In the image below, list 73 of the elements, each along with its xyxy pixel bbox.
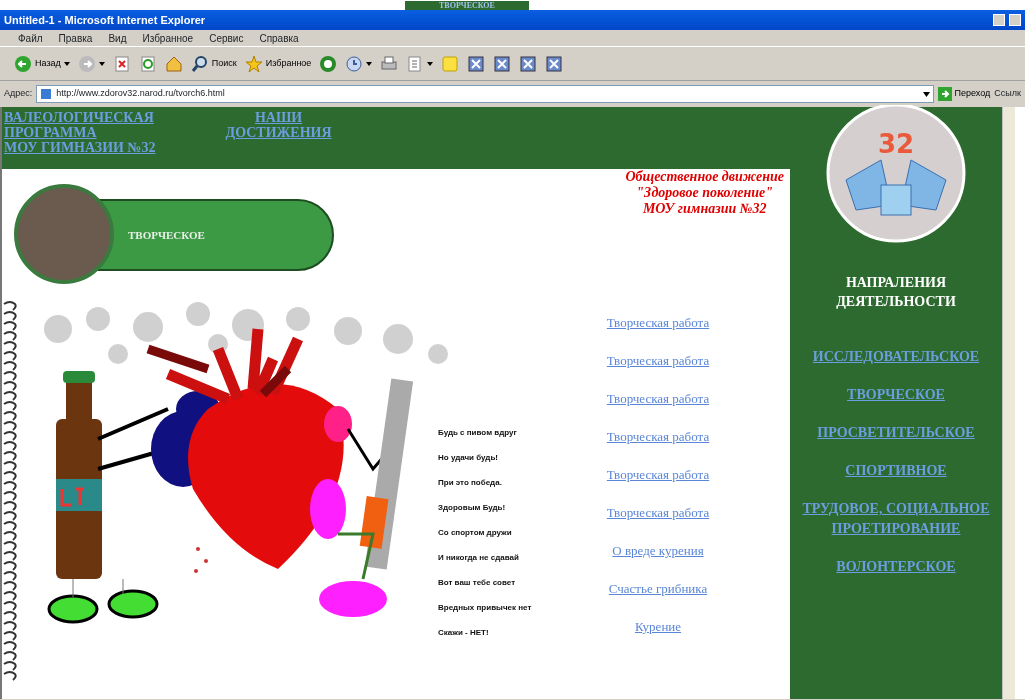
back-button[interactable]: Назад [14,54,70,73]
direction-link[interactable]: ТРУДОВОЕ, СОЦИАЛЬНОЕ ПРОЕТИРОВАНИЕ [791,499,1001,539]
dropdown-caret-icon[interactable] [922,91,930,97]
application-icon [519,54,538,73]
poem-line: Со спортом дружи [438,527,513,538]
printer-icon [380,54,399,73]
go-arrow-icon [937,87,952,101]
address-label: Адрес: [4,87,33,101]
work-link[interactable]: Творческая работа [606,427,710,446]
application-icon [467,54,486,73]
application-icon [493,54,512,73]
work-link[interactable]: Творческая работа [606,313,710,332]
direction-link[interactable]: ВОЛОНТЕРСКОЕ [836,557,956,577]
poem-line: Вот ваш тебе совет [438,577,517,588]
toolbar-button[interactable] [493,54,512,73]
toolbar-button[interactable] [467,54,486,73]
nav-link-text[interactable]: ВАЛЕОЛОГИЧЕСКАЯ ПРОГРАММА МОУ ГИМНАЗИИ №32 [4,110,156,169]
direction-link[interactable]: ПРОСВЕТИТЕЛЬСКОЕ [817,423,975,443]
links-label[interactable]: Ссылк [994,87,1021,101]
poem-line: Но удачи будь! [438,452,499,463]
menu-item[interactable]: Файл [18,30,43,46]
print-button[interactable] [380,54,399,73]
favorites-button[interactable]: Избранное [244,54,312,73]
url-text: http://www.zdorov32.narod.ru/tvorch6.html [56,87,225,101]
toolbar-button[interactable] [519,54,538,73]
organization-heading: Общественное движение "Здоровое поколение" МОУ гимназии №32 [625,169,785,218]
poem-line: Скажи - НЕТ! [438,627,490,638]
forward-button[interactable] [77,54,105,73]
toolbar-button[interactable] [545,54,564,73]
stop-button[interactable] [112,54,131,73]
search-button[interactable]: Поиск [190,54,237,73]
menu-item[interactable]: Правка [58,30,93,46]
direction-link[interactable]: СПОРТИВНОЕ [845,461,947,481]
direction-link[interactable]: ИССЛЕДОВАТЕЛЬСКОЕ [812,347,980,367]
application-icon [545,54,564,73]
direction-link[interactable]: ТВОРЧЕСКОЕ [847,385,945,405]
home-button[interactable] [164,54,183,73]
go-button[interactable]: Переход [937,87,991,101]
menu-item[interactable]: Избранное [142,30,194,46]
address-field[interactable]: http://www.zdorov32.narod.ru/tvorch6.html [36,85,934,103]
menu-item[interactable]: Справка [259,30,299,46]
media-button[interactable] [319,54,338,73]
sidebar-heading: НАПРАЛЕНИЯ ДЕЯТЕЛЬНОСТИ [836,274,956,311]
poem-line: Будь с пивом вдруг [438,427,518,438]
work-link[interactable]: Счастье грибника [608,579,708,598]
media-icon [319,54,338,73]
house-icon [164,54,183,73]
poem-line: При это победа. [438,477,503,488]
note-icon [441,54,460,73]
nav-link-text[interactable]: НАШИ ДОСТИЖЕНИЯ [225,110,332,169]
refresh-icon [138,54,157,73]
poem-line: Вредных привычек нет [438,602,533,613]
search-icon [190,54,209,73]
work-link[interactable]: Творческая работа [606,503,710,522]
star-icon [244,54,263,73]
background-window-title: ТВОРЧЕСКОЕ [405,1,529,10]
history-button[interactable] [345,54,373,73]
page-icon [40,88,53,100]
poem-line: И никогда не сдавай [438,552,520,563]
edit-button[interactable] [406,54,434,73]
stop-icon [112,54,131,73]
refresh-button[interactable] [138,54,157,73]
work-link[interactable]: О вреде курения [612,541,704,560]
menu-item[interactable]: Сервис [209,30,244,46]
work-link[interactable]: Творческая работа [606,389,710,408]
poem-line: Здоровым Будь! [438,502,507,513]
menu-item[interactable]: Вид [108,30,127,46]
work-link[interactable]: Творческая работа [606,465,710,484]
work-link[interactable]: Творческая работа [606,351,710,370]
scrollbar[interactable] [1002,107,1015,699]
clock-icon [345,54,364,73]
window-title: Untitled-1 - Microsoft Internet Explorer [4,13,206,28]
work-link[interactable]: Курение [634,617,682,636]
